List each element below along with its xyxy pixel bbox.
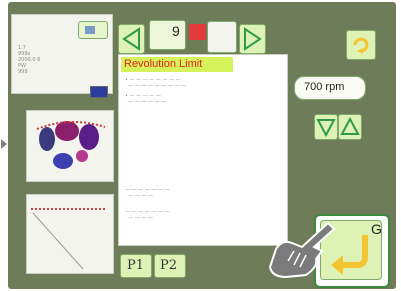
design-preview-1[interactable] bbox=[26, 110, 114, 182]
dialog-title: Revolution Limit bbox=[124, 58, 203, 70]
left-arrow-icon bbox=[122, 27, 140, 51]
setting-row-3: — — — — — — — — — — — bbox=[125, 187, 170, 199]
speed-value-display: 700 rpm bbox=[294, 76, 366, 100]
setting-row-1: • — — — — — — — — — — — — — — — — — bbox=[125, 77, 186, 89]
red-indicator bbox=[189, 24, 206, 40]
speed-value: 700 rpm bbox=[304, 81, 345, 93]
pointing-hand-icon bbox=[268, 221, 336, 279]
right-arrow-icon bbox=[244, 27, 262, 51]
triangle-up-icon bbox=[340, 116, 360, 135]
design-info-panel: 1.7 999s 2000.0 6 PW 999 bbox=[11, 14, 113, 98]
increase-speed-button[interactable] bbox=[338, 114, 362, 140]
design-preview-2[interactable] bbox=[26, 194, 114, 274]
flowers-design-icon bbox=[36, 120, 106, 169]
go-button-label: G bbox=[371, 221, 382, 237]
design-info-text: 1.7 999s 2000.0 6 PW 999 bbox=[18, 45, 41, 75]
page-number: 9 bbox=[172, 23, 180, 39]
embroidery-screen: 1.7 999s 2000.0 6 PW 999 9 Revolution Li… bbox=[8, 2, 396, 289]
page-display: 9 bbox=[149, 20, 186, 50]
setting-row-2: • — — — — — — — — — — — bbox=[125, 93, 167, 105]
forward-button[interactable] bbox=[239, 24, 266, 54]
sync-button[interactable] bbox=[346, 30, 376, 60]
decrease-speed-button[interactable] bbox=[314, 114, 338, 140]
stitch-line-icon bbox=[31, 208, 107, 270]
color-swatch[interactable] bbox=[90, 86, 108, 98]
tab-p1[interactable]: P1 bbox=[120, 254, 152, 278]
tab-p1-label: P1 bbox=[127, 258, 145, 273]
page-field bbox=[207, 21, 237, 53]
circular-arrows-icon bbox=[353, 37, 369, 54]
revolution-limit-dialog: Revolution Limit • — — — — — — — — — — —… bbox=[118, 54, 288, 246]
back-button[interactable] bbox=[118, 24, 145, 54]
tab-p2[interactable]: P2 bbox=[154, 254, 186, 278]
pointer-arrow-icon bbox=[1, 139, 7, 149]
dialog-title-bar: Revolution Limit bbox=[121, 57, 233, 72]
setting-row-4: — — — — — — — — — — — bbox=[125, 209, 170, 221]
triangle-down-icon bbox=[316, 119, 336, 138]
tab-p2-label: P2 bbox=[160, 258, 178, 273]
design-thumb-button[interactable] bbox=[78, 21, 108, 39]
